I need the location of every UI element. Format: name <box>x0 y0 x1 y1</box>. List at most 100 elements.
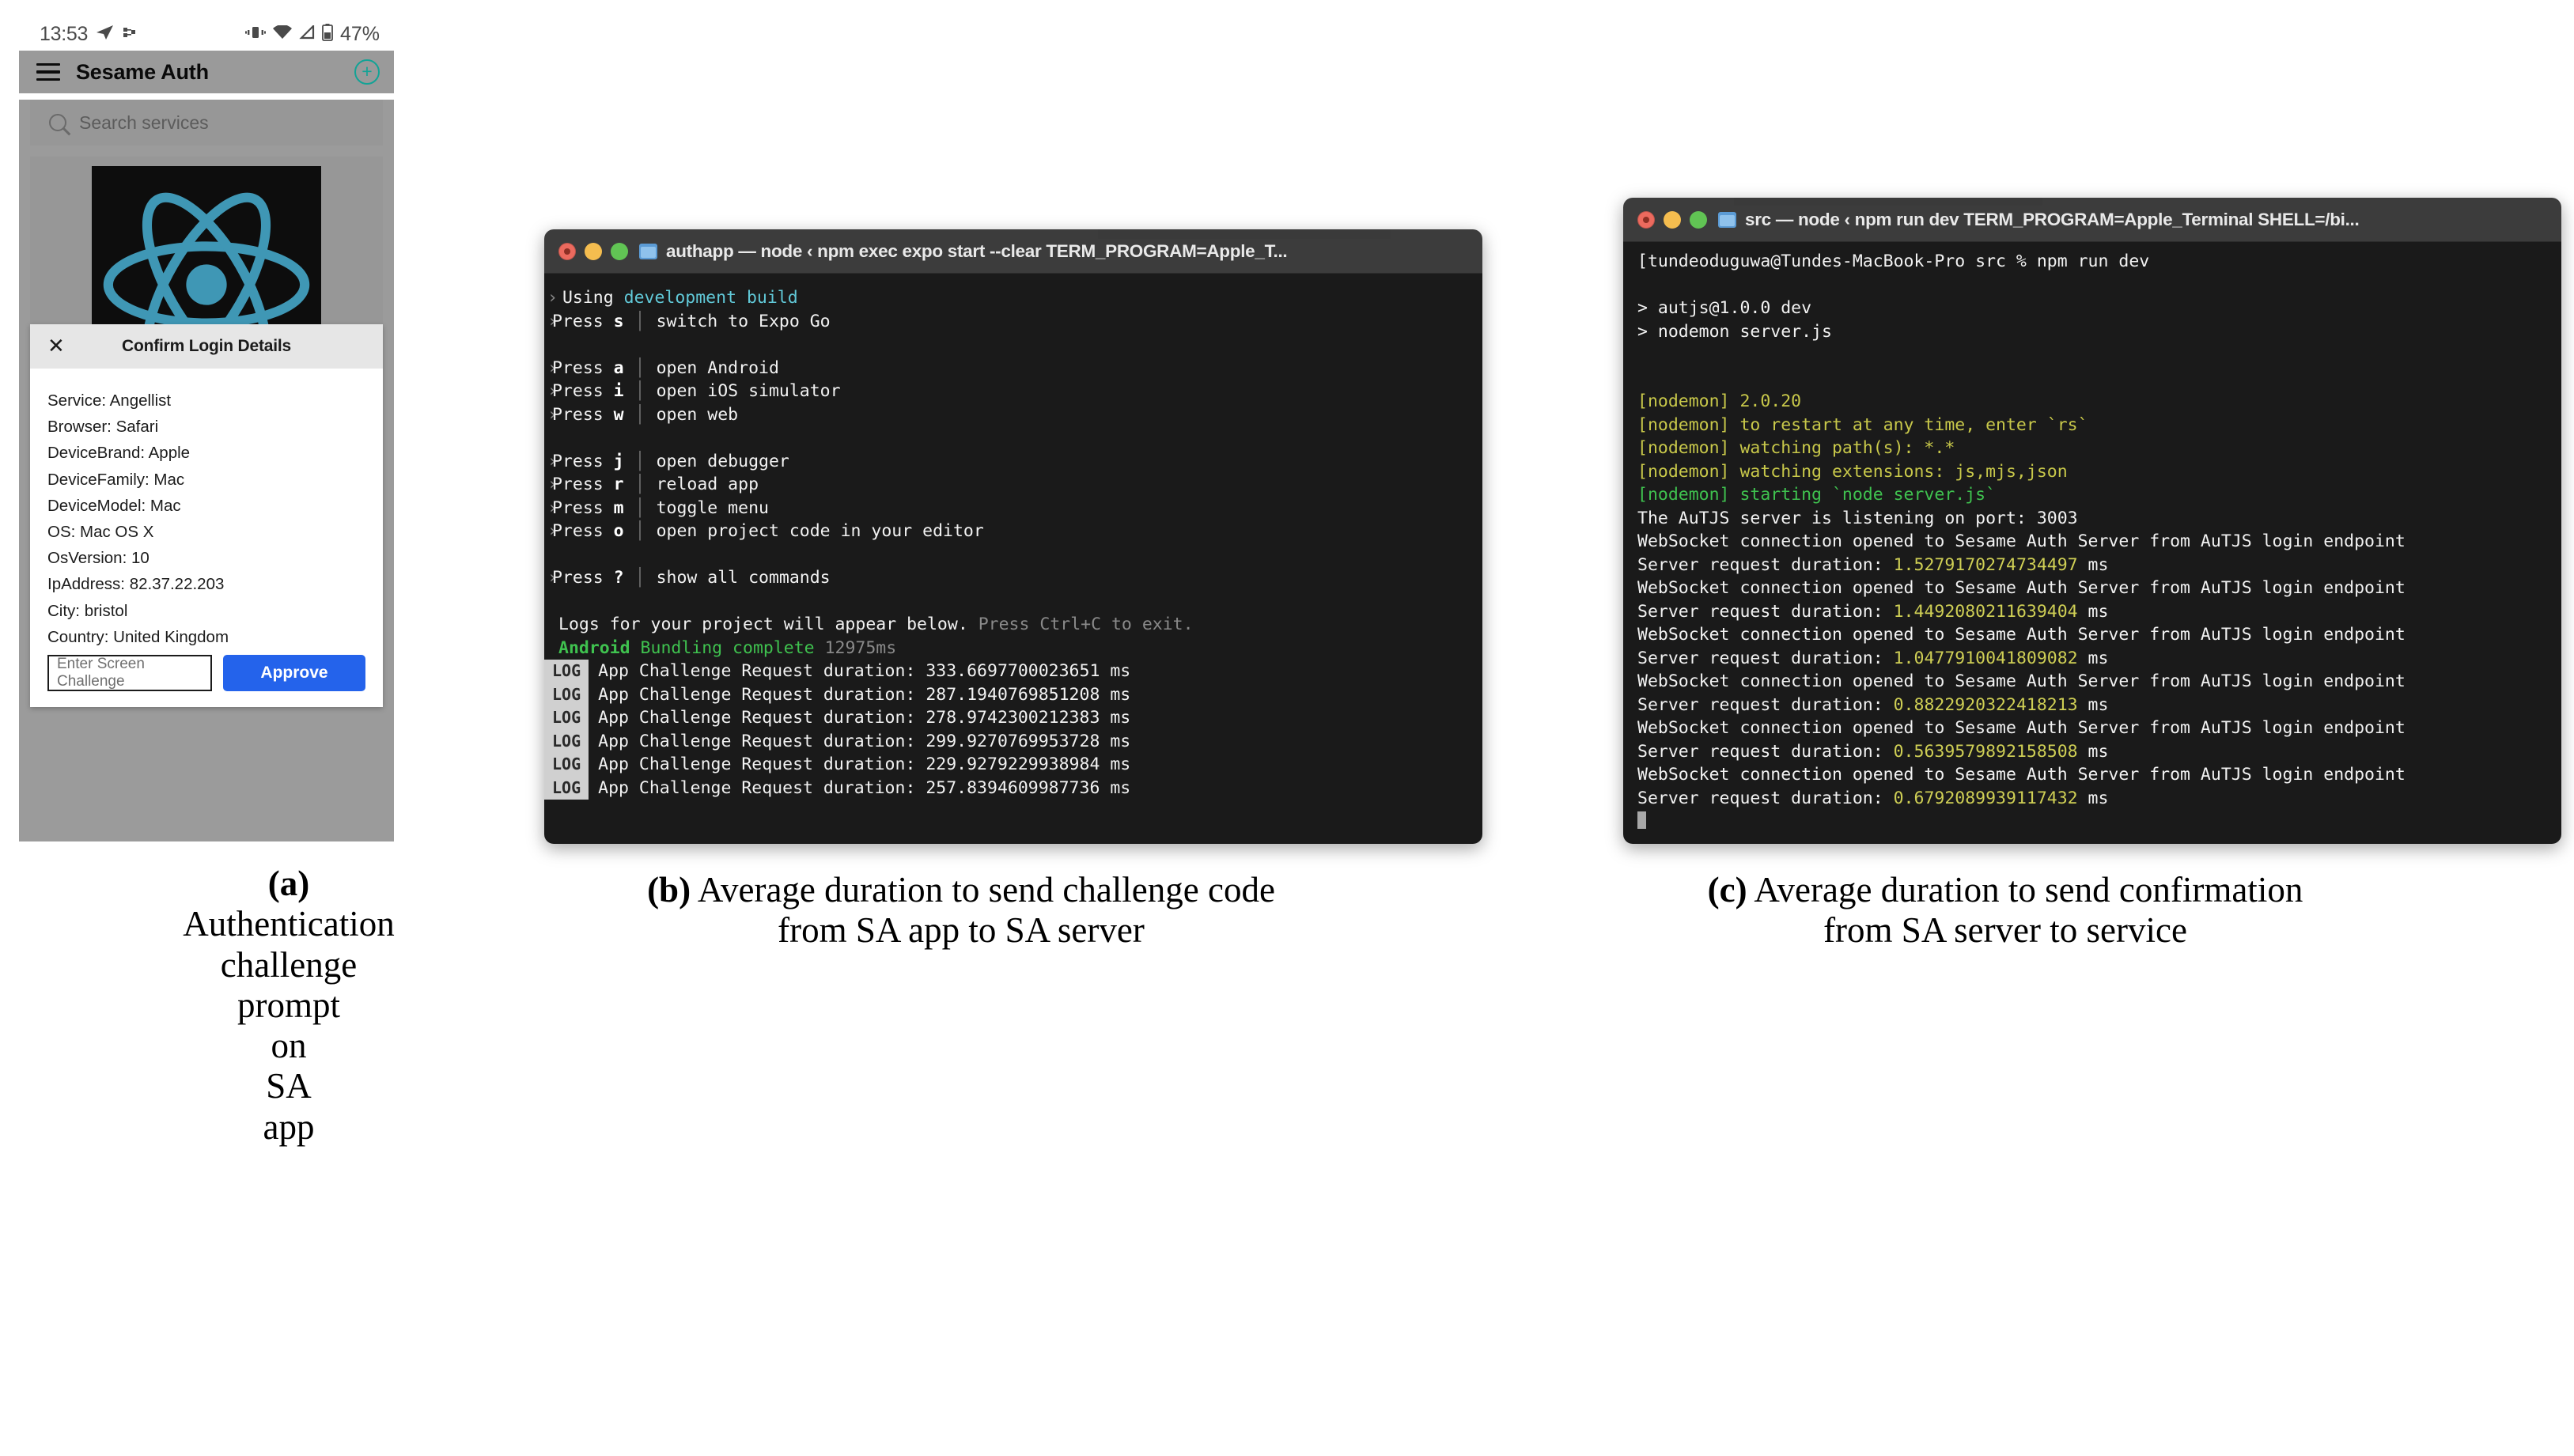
output-line: WebSocket connection opened to Sesame Au… <box>1623 530 2561 554</box>
detail-row: OsVersion: 10 <box>47 545 365 571</box>
output-line: [nodemon] starting `node server.js` <box>1623 483 2561 507</box>
detail-row: IpAddress: 82.37.22.203 <box>47 571 365 597</box>
log-text: App Challenge Request duration: 229.9279… <box>598 753 1130 777</box>
output-line: ›Press i│open iOS simulator <box>544 380 1482 403</box>
output-line: Server request duration: 1.0477910041809… <box>1623 647 2561 671</box>
log-row: LOG App Challenge Request duration: 229.9… <box>544 753 1482 777</box>
caption-a-word: app <box>95 1107 483 1148</box>
output-line: WebSocket connection opened to Sesame Au… <box>1623 623 2561 647</box>
search-placeholder: Search services <box>79 112 209 134</box>
maximize-button[interactable] <box>1690 211 1707 229</box>
output-line: Android Bundling complete 12975ms <box>544 637 1482 660</box>
search-icon <box>49 114 66 131</box>
spacer <box>544 543 1482 567</box>
output-line: ›Press o│open project code in your edito… <box>544 520 1482 543</box>
detail-row: OS: Mac OS X <box>47 519 365 545</box>
log-row: LOG App Challenge Request duration: 299.9… <box>544 730 1482 754</box>
spacer <box>1623 343 2561 367</box>
caption-a-word: on <box>95 1026 483 1066</box>
dialog-actions: Enter Screen Challenge Approve <box>30 650 383 707</box>
caption-a-word: challenge <box>95 945 483 985</box>
caption-a-word: prompt <box>95 985 483 1026</box>
output-line: > autjs@1.0.0 dev <box>1623 297 2561 320</box>
caption-b-label: (b) <box>647 870 691 910</box>
detail-row: DeviceFamily: Mac <box>47 467 365 493</box>
terminal-tab-strip[interactable] <box>1098 229 1391 239</box>
output-line: ›Press s│switch to Expo Go <box>544 310 1482 334</box>
minimize-button[interactable] <box>585 243 602 260</box>
hamburger-icon[interactable] <box>36 63 60 81</box>
close-button[interactable] <box>1637 211 1655 229</box>
output-line: The AuTJS server is listening on port: 3… <box>1623 507 2561 531</box>
traffic-lights[interactable] <box>1637 211 1707 229</box>
close-button[interactable] <box>558 243 576 260</box>
log-badge: LOG <box>544 660 589 683</box>
traffic-lights[interactable] <box>558 243 628 260</box>
output-line: [nodemon] watching extensions: js,mjs,js… <box>1623 460 2561 484</box>
log-row: LOGApp Challenge Request duration: 287.1… <box>544 683 1482 707</box>
screen-challenge-input[interactable]: Enter Screen Challenge <box>47 655 212 691</box>
log-text: App Challenge Request duration: 257.8394… <box>598 777 1130 800</box>
spacer <box>1623 367 2561 391</box>
spacer <box>544 590 1482 614</box>
terminal-tab-strip[interactable] <box>1734 198 2042 206</box>
log-badge: LOG <box>544 683 589 707</box>
maximize-button[interactable] <box>611 243 628 260</box>
caption-b-text: Average duration to send challenge code … <box>691 870 1275 950</box>
caption-b: (b) Average duration to send challenge c… <box>625 870 1297 951</box>
minimize-button[interactable] <box>1664 211 1681 229</box>
caption-a-word: SA <box>95 1066 483 1106</box>
log-text: App Challenge Request duration: 299.9270… <box>598 730 1130 754</box>
detail-row: Service: Angellist <box>47 388 365 414</box>
bluetooth-icon <box>123 25 137 43</box>
output-line: [nodemon] 2.0.20 <box>1623 390 2561 414</box>
output-line: ›Press j│open debugger <box>544 450 1482 474</box>
log-text: App Challenge Request duration: 333.6697… <box>598 660 1130 683</box>
phone-screenshot: 13:53 <box>19 17 394 841</box>
terminal-cursor <box>1623 810 2561 834</box>
folder-icon <box>639 244 657 259</box>
app-bar: Sesame Auth + <box>19 51 394 93</box>
output-line: ›Press ?│show all commands <box>544 566 1482 590</box>
plus-circle-icon[interactable]: + <box>354 59 380 85</box>
detail-row: City: bristol <box>47 598 365 624</box>
detail-row: Country: United Kingdom <box>47 624 365 650</box>
log-badge: LOG <box>544 730 589 754</box>
output-line: Server request duration: 1.5279170274734… <box>1623 554 2561 577</box>
search-input[interactable]: Search services <box>30 100 383 146</box>
dialog-details-list: Service: Angellist Browser: Safari Devic… <box>30 369 383 650</box>
log-badge: LOG <box>544 777 589 800</box>
output-line: ›Press w│open web <box>544 403 1482 427</box>
caption-c: (c) Average duration to send confirmatio… <box>1669 870 2341 951</box>
detail-row: Browser: Safari <box>47 414 365 440</box>
signal-icon <box>299 25 315 43</box>
terminal-output-expo[interactable]: ›Using development build ›Press s│switch… <box>544 274 1482 844</box>
log-badge: LOG <box>544 706 589 730</box>
log-badge: LOG <box>544 753 589 777</box>
output-line: ›Press m│toggle menu <box>544 497 1482 520</box>
spacer <box>1623 274 2561 297</box>
caption-c-label: (c) <box>1708 870 1747 910</box>
output-line: [nodemon] watching path(s): *.* <box>1623 437 2561 460</box>
vibrate-icon <box>245 25 266 43</box>
battery-percent: 47% <box>340 23 380 46</box>
output-line: ›Press a│open Android <box>544 357 1482 380</box>
output-line: Server request duration: 0.5639579892158… <box>1623 740 2561 764</box>
terminal-title: src — node ‹ npm run dev TERM_PROGRAM=Ap… <box>1745 210 2359 230</box>
spacer <box>544 426 1482 450</box>
output-line: ›Press r│reload app <box>544 473 1482 497</box>
output-line: Server request duration: 0.8822920322418… <box>1623 694 2561 717</box>
log-text: App Challenge Request duration: 278.9742… <box>598 706 1130 730</box>
approve-button[interactable]: Approve <box>223 655 365 691</box>
detail-row: DeviceModel: Mac <box>47 493 365 519</box>
terminal-output-server[interactable]: [tundeoduguwa@Tundes-MacBook-Pro src % n… <box>1623 242 2561 844</box>
output-line: ›Using development build <box>544 286 1482 310</box>
dialog-header: ✕ Confirm Login Details <box>30 324 383 369</box>
android-status-bar: 13:53 <box>19 17 394 51</box>
caption-a-word: Authentication <box>95 904 483 944</box>
terminal-title: authapp — node ‹ npm exec expo start --c… <box>666 241 1287 262</box>
wifi-icon <box>273 25 292 43</box>
output-line: [nodemon] to restart at any time, enter … <box>1623 414 2561 437</box>
shell-prompt-line: [tundeoduguwa@Tundes-MacBook-Pro src % n… <box>1623 250 2561 274</box>
confirm-login-dialog: ✕ Confirm Login Details Service: Angelli… <box>30 324 383 707</box>
